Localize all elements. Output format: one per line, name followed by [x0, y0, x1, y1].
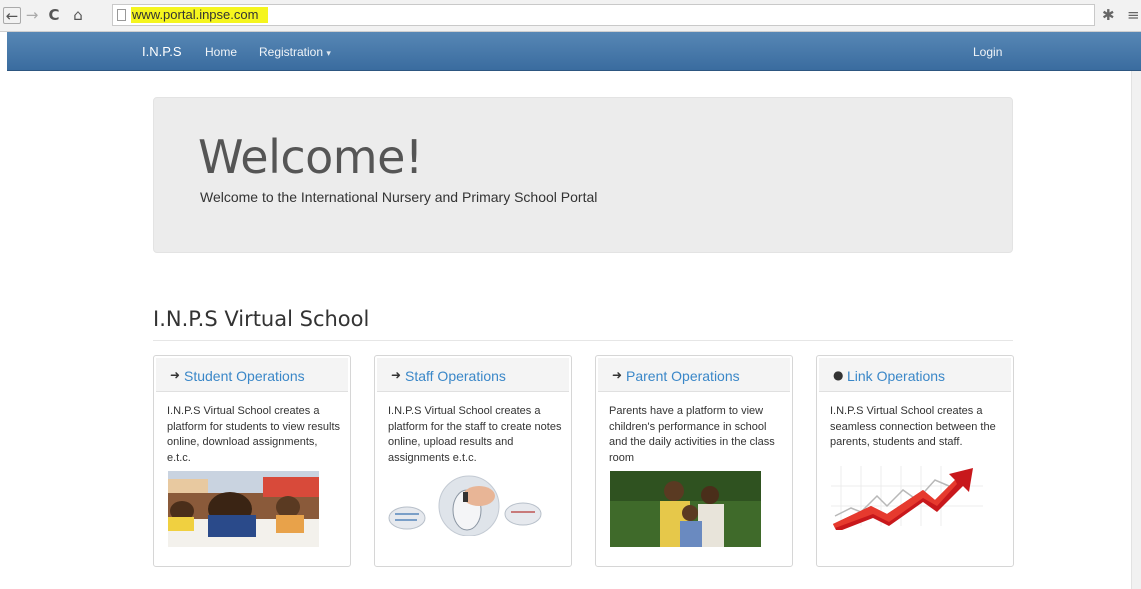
- parent-operations-card: ➜ Parent Operations Parents have a platf…: [595, 355, 793, 567]
- card-header: ➜ Parent Operations: [598, 358, 790, 392]
- globe-icon: ●: [833, 368, 844, 382]
- reload-icon[interactable]: C: [46, 7, 62, 23]
- mouse-on-documents-photo: [387, 474, 545, 536]
- url-text[interactable]: www.portal.inpse.com: [131, 7, 269, 23]
- family-photo: [610, 471, 761, 547]
- login-icon: ➜: [391, 368, 402, 382]
- page-icon: [117, 9, 126, 21]
- nav-login-link[interactable]: Login: [973, 45, 1002, 59]
- card-text: I.N.P.S Virtual School creates a seamles…: [830, 405, 996, 448]
- staff-operations-link[interactable]: Staff Operations: [405, 368, 506, 384]
- nav-registration-label: Registration: [259, 45, 324, 59]
- link-operations-card: ● Link Operations I.N.P.S Virtual School…: [816, 355, 1014, 567]
- page-scrollbar[interactable]: [1131, 71, 1141, 589]
- welcome-title: Welcome!: [198, 130, 423, 184]
- back-arrow-icon[interactable]: ←: [3, 7, 21, 24]
- address-bar[interactable]: www.portal.inpse.com: [112, 4, 1095, 26]
- section-divider: [153, 340, 1013, 341]
- link-operations-link[interactable]: Link Operations: [847, 368, 945, 384]
- home-icon[interactable]: ⌂: [70, 7, 86, 23]
- browser-toolbar: ← → C ⌂ www.portal.inpse.com ✱ ≡: [0, 0, 1141, 32]
- navbar-brand[interactable]: I.N.P.S: [142, 44, 182, 59]
- card-text: I.N.P.S Virtual School creates a platfor…: [388, 405, 562, 464]
- staff-operations-card: ➜ Staff Operations I.N.P.S Virtual Schoo…: [374, 355, 572, 567]
- student-operations-card: ➜ Student Operations I.N.P.S Virtual Sch…: [153, 355, 351, 567]
- growth-arrow-chart-image: [831, 456, 983, 530]
- section-title: I.N.P.S Virtual School: [153, 307, 370, 331]
- card-text: Parents have a platform to view children…: [609, 405, 775, 464]
- card-header: ➜ Student Operations: [156, 358, 348, 392]
- login-icon: ➜: [170, 368, 181, 382]
- welcome-subtitle: Welcome to the International Nursery and…: [200, 189, 598, 205]
- nav-home-link[interactable]: Home: [205, 45, 237, 59]
- nav-registration-dropdown[interactable]: Registration ▾: [259, 45, 331, 59]
- menu-icon[interactable]: ≡: [1127, 6, 1140, 24]
- caret-down-icon: ▾: [326, 48, 331, 58]
- card-text: I.N.P.S Virtual School creates a platfor…: [167, 405, 341, 464]
- forward-arrow-icon[interactable]: →: [24, 7, 40, 23]
- card-header: ➜ Staff Operations: [377, 358, 569, 392]
- card-header: ● Link Operations: [819, 358, 1011, 392]
- site-navbar: I.N.P.S Home Registration ▾ Login: [7, 32, 1141, 71]
- student-operations-link[interactable]: Student Operations: [184, 368, 305, 384]
- extension-icon[interactable]: ✱: [1102, 6, 1115, 24]
- student-writing-photo: [168, 471, 319, 547]
- parent-operations-link[interactable]: Parent Operations: [626, 368, 740, 384]
- welcome-jumbotron: Welcome! Welcome to the International Nu…: [153, 97, 1013, 253]
- login-icon: ➜: [612, 368, 623, 382]
